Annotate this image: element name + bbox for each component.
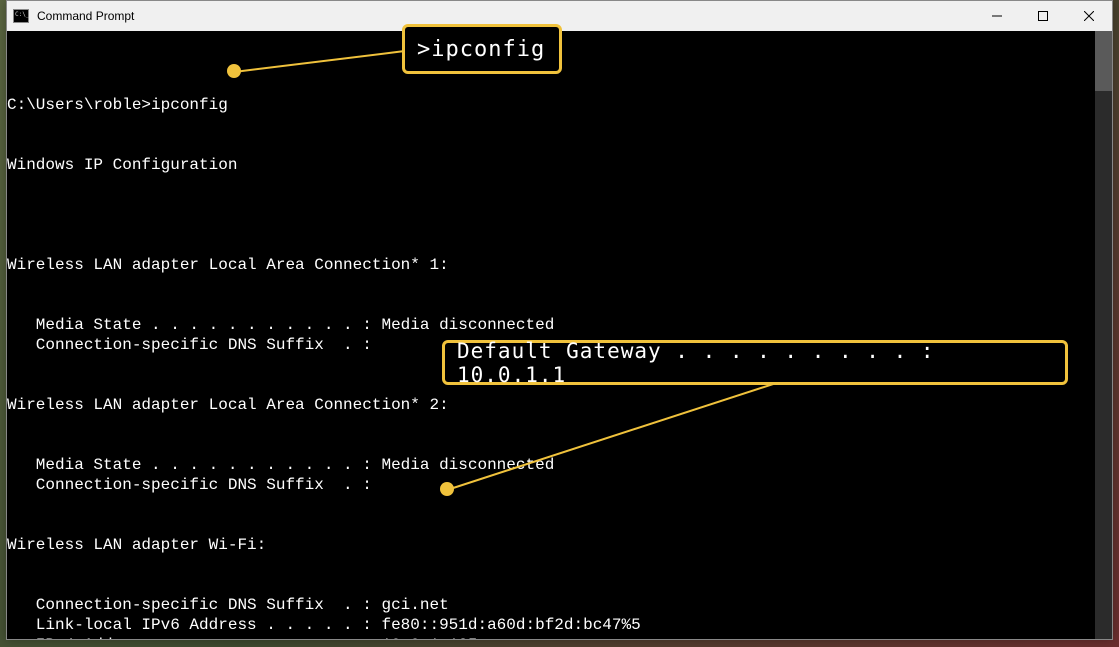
terminal-line: Media State . . . . . . . . . . . : Medi… [7, 316, 554, 334]
minimize-button[interactable] [974, 1, 1020, 31]
callout-ipconfig: >ipconfig [402, 24, 562, 74]
terminal-line: Connection-specific DNS Suffix . : gci.n… [7, 596, 449, 614]
scrollbar-thumb[interactable] [1095, 31, 1112, 91]
terminal-line [7, 495, 1112, 515]
terminal-line: Windows IP Configuration [7, 156, 237, 174]
terminal-line: Wireless LAN adapter Wi-Fi: [7, 536, 266, 554]
terminal-line [7, 275, 1112, 295]
annotation-dot [227, 64, 241, 78]
terminal-line [7, 415, 1112, 435]
scrollbar[interactable] [1095, 31, 1112, 639]
terminal-line [7, 175, 1112, 195]
callout-default-gateway: Default Gateway . . . . . . . . . : 10.0… [442, 340, 1068, 385]
terminal-line: C:\Users\roble>ipconfig [7, 96, 228, 114]
terminal-line [7, 215, 1112, 235]
terminal-line: IPv4 Address. . . . . . . . . . . : 10.0… [7, 636, 477, 639]
terminal-line: Connection-specific DNS Suffix . : [7, 476, 372, 494]
annotation-dot [440, 482, 454, 496]
close-button[interactable] [1066, 1, 1112, 31]
command-prompt-window: Command Prompt C:\Users\roble>ipconfig W… [6, 0, 1113, 640]
terminal-line: Link-local IPv6 Address . . . . . : fe80… [7, 616, 641, 634]
window-title: Command Prompt [37, 9, 134, 23]
terminal-line: Wireless LAN adapter Local Area Connecti… [7, 396, 449, 414]
terminal-line [7, 115, 1112, 135]
terminal-line: Connection-specific DNS Suffix . : [7, 336, 372, 354]
terminal-line [7, 555, 1112, 575]
terminal-line: Media State . . . . . . . . . . . : Medi… [7, 456, 554, 474]
cmd-icon [13, 9, 29, 23]
maximize-button[interactable] [1020, 1, 1066, 31]
terminal-line: Wireless LAN adapter Local Area Connecti… [7, 256, 449, 274]
terminal-body[interactable]: C:\Users\roble>ipconfig Windows IP Confi… [7, 31, 1112, 639]
